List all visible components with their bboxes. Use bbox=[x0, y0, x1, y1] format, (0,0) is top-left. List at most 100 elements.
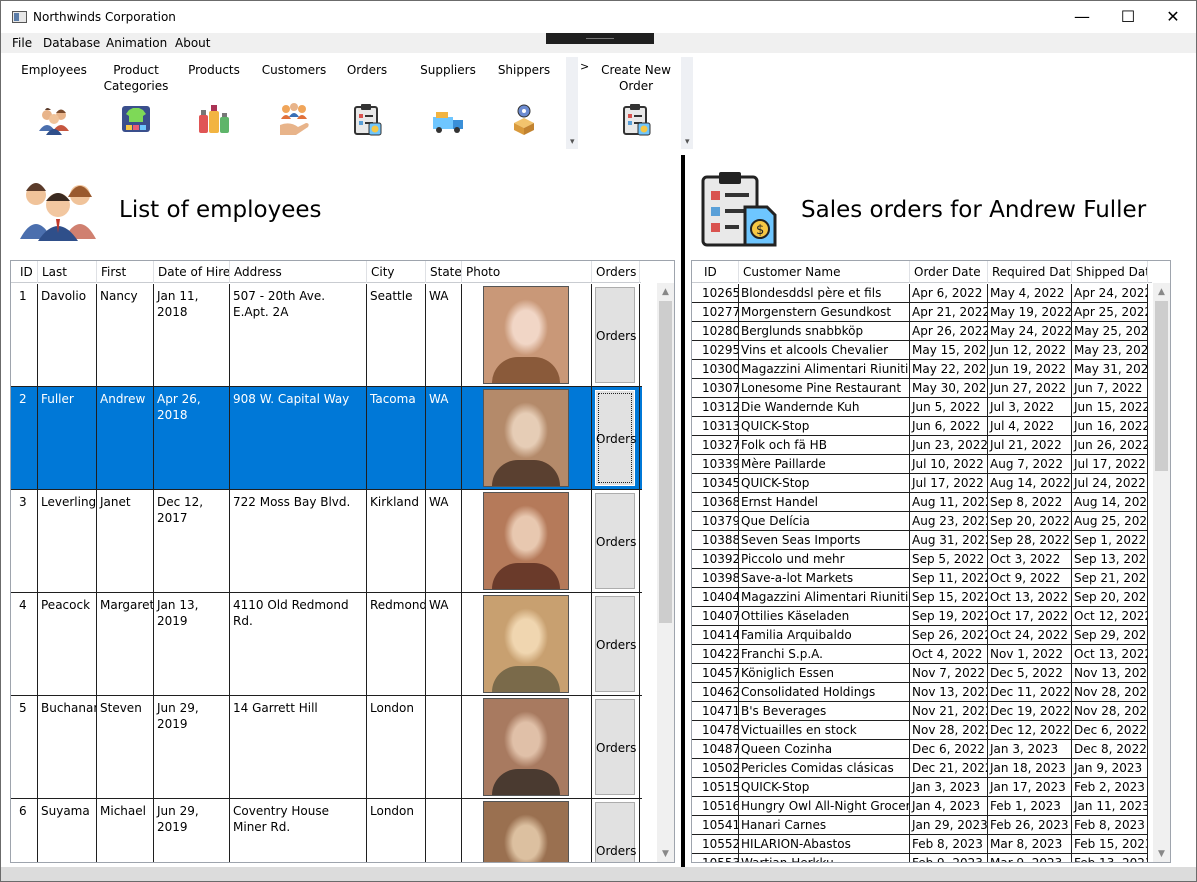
employee-first-cell: Janet bbox=[97, 490, 154, 592]
employee-state-cell: WA bbox=[426, 490, 462, 592]
order-row[interactable]: 10515 QUICK-Stop Jan 3, 2023 Jan 17, 2023 Fe… bbox=[692, 778, 1148, 797]
order-order-date-cell: Jun 23, 2022 bbox=[910, 436, 988, 455]
orders-button[interactable]: Orders bbox=[595, 287, 636, 383]
orders-grid[interactable]: ID Customer Name Order Date Required Dat… bbox=[691, 260, 1171, 863]
column-header-orders[interactable]: Orders bbox=[592, 261, 640, 283]
column-header-first[interactable]: First bbox=[97, 261, 154, 283]
order-row[interactable]: 10327 Folk och fä HB Jun 23, 2022 Jul 21, 2… bbox=[692, 436, 1148, 455]
scrollbar-thumb[interactable] bbox=[1155, 301, 1168, 471]
employee-row[interactable]: 2 Fuller Andrew Apr 26, 2018 908 W. Capital … bbox=[11, 387, 642, 490]
tool-products-button[interactable]: Products bbox=[181, 62, 247, 133]
order-row[interactable]: 10462 Consolidated Holdings Nov 13, 2022 De… bbox=[692, 683, 1148, 702]
order-row[interactable]: 10307 Lonesome Pine Restaurant May 30, 202… bbox=[692, 379, 1148, 398]
order-row[interactable]: 10541 Hanari Carnes Jan 29, 2023 Feb 26, 20… bbox=[692, 816, 1148, 835]
scroll-down-icon[interactable]: ▼ bbox=[1153, 849, 1170, 859]
order-customer-cell: Franchi S.p.A. bbox=[739, 645, 910, 664]
order-row[interactable]: 10280 Berglunds snabbköp Apr 26, 2022 May 2… bbox=[692, 322, 1148, 341]
order-row[interactable]: 10516 Hungry Owl All-Night Grocers Jan 4, … bbox=[692, 797, 1148, 816]
order-row[interactable]: 10339 Mère Paillarde Jul 10, 2022 Aug 7, 20… bbox=[692, 455, 1148, 474]
menu-file[interactable]: File bbox=[12, 36, 32, 50]
tool-product-categories-button[interactable]: Product Categories bbox=[99, 62, 173, 132]
tool-shippers-button[interactable]: Shippers bbox=[493, 62, 555, 135]
order-row[interactable]: 10392 Piccolo und mehr Sep 5, 2022 Oct 3, 2… bbox=[692, 550, 1148, 569]
column-header-id[interactable]: ID bbox=[16, 261, 38, 283]
column-header-order-id[interactable]: ID bbox=[700, 261, 739, 283]
tool-suppliers-button[interactable]: Suppliers bbox=[415, 62, 481, 133]
column-header-hire-date[interactable]: Date of Hire bbox=[154, 261, 230, 283]
employee-row[interactable]: 1 Davolio Nancy Jan 11, 2018 507 - 20th Ave.… bbox=[11, 284, 642, 387]
toolbar-drag-handle[interactable] bbox=[546, 33, 654, 44]
order-row[interactable]: 10471 B's Beverages Nov 21, 2022 Dec 19, 20… bbox=[692, 702, 1148, 721]
column-header-required-date[interactable]: Required Date bbox=[988, 261, 1072, 283]
orders-button[interactable]: Orders bbox=[595, 596, 636, 692]
order-row[interactable]: 10404 Magazzini Alimentari Riuniti Sep 15,… bbox=[692, 588, 1148, 607]
order-row[interactable]: 10487 Queen Cozinha Dec 6, 2022 Jan 3, 2023… bbox=[692, 740, 1148, 759]
order-row[interactable]: 10552 HILARION-Abastos Feb 8, 2023 Mar 8, 2… bbox=[692, 835, 1148, 854]
close-button[interactable]: ✕ bbox=[1150, 1, 1196, 33]
create-new-order-button[interactable]: Create New Order bbox=[599, 62, 673, 136]
scroll-up-icon[interactable]: ▲ bbox=[1153, 287, 1170, 297]
order-row[interactable]: 10345 QUICK-Stop Jul 17, 2022 Aug 14, 2022 J… bbox=[692, 474, 1148, 493]
employees-scrollbar[interactable]: ▲ ▼ bbox=[657, 283, 674, 862]
maximize-button[interactable]: ☐ bbox=[1105, 1, 1151, 33]
employee-address-cell: 507 - 20th Ave. E.Apt. 2A bbox=[230, 284, 367, 386]
orders-button[interactable]: Orders bbox=[595, 802, 636, 862]
employee-city-cell: Seattle bbox=[367, 284, 426, 386]
order-row[interactable]: 10295 Vins et alcools Chevalier May 15, 20… bbox=[692, 341, 1148, 360]
toolbar: Employees Product Categories Products Cu… bbox=[1, 53, 1196, 151]
minimize-button[interactable]: — bbox=[1059, 1, 1105, 33]
order-row[interactable]: 10312 Die Wandernde Kuh Jun 5, 2022 Jul 3, … bbox=[692, 398, 1148, 417]
order-row[interactable]: 10414 Familia Arquibaldo Sep 26, 2022 Oct 2… bbox=[692, 626, 1148, 645]
order-row[interactable]: 10407 Ottilies Käseladen Sep 19, 2022 Oct 1… bbox=[692, 607, 1148, 626]
order-row[interactable]: 10398 Save-a-lot Markets Sep 11, 2022 Oct 9… bbox=[692, 569, 1148, 588]
order-row[interactable]: 10265 Blondesddsl père et fils Apr 6, 2022… bbox=[692, 284, 1148, 303]
menu-database[interactable]: Database bbox=[43, 36, 100, 50]
orders-scrollbar[interactable]: ▲ ▼ bbox=[1153, 283, 1170, 862]
column-header-city[interactable]: City bbox=[367, 261, 426, 283]
column-header-photo[interactable]: Photo bbox=[462, 261, 592, 283]
order-row[interactable]: 10478 Victuailles en stock Nov 28, 2022 Dec… bbox=[692, 721, 1148, 740]
column-header-last[interactable]: Last bbox=[38, 261, 97, 283]
column-header-customer-name[interactable]: Customer Name bbox=[739, 261, 910, 283]
employee-row[interactable]: 4 Peacock Margaret Jan 13, 2019 4110 Old Red… bbox=[11, 593, 642, 696]
order-row[interactable]: 10300 Magazzini Alimentari Riuniti May 22,… bbox=[692, 360, 1148, 379]
order-id-cell: 10392 bbox=[700, 550, 739, 569]
employee-last-cell: Fuller bbox=[38, 387, 97, 489]
title-bar: Northwinds Corporation — ☐ ✕ bbox=[1, 1, 1196, 33]
order-row[interactable]: 10502 Pericles Comidas clásicas Dec 21, 20… bbox=[692, 759, 1148, 778]
order-id-cell: 10277 bbox=[700, 303, 739, 322]
orders-button[interactable]: Orders bbox=[595, 493, 636, 589]
employees-grid[interactable]: ID Last First Date of Hire Address City … bbox=[10, 260, 675, 863]
column-header-address[interactable]: Address bbox=[230, 261, 367, 283]
column-header-shipped-date[interactable]: Shipped Date bbox=[1072, 261, 1148, 283]
employee-row[interactable]: 3 Leverling Janet Dec 12, 2017 722 Moss Bay … bbox=[11, 490, 642, 593]
order-row[interactable]: 10277 Morgenstern Gesundkost Apr 21, 2022 M… bbox=[692, 303, 1148, 322]
toolbar-separator[interactable]: ▾ bbox=[566, 57, 578, 149]
orders-button[interactable]: Orders bbox=[595, 390, 636, 486]
order-required-date-cell: Jul 21, 2022 bbox=[988, 436, 1072, 455]
order-row[interactable]: 10313 QUICK-Stop Jun 6, 2022 Jul 4, 2022 Jun… bbox=[692, 417, 1148, 436]
menu-animation[interactable]: Animation bbox=[106, 36, 167, 50]
order-row[interactable]: 10457 Königlich Essen Nov 7, 2022 Dec 5, 20… bbox=[692, 664, 1148, 683]
tool-orders-button[interactable]: Orders bbox=[340, 62, 394, 136]
toolbar-separator[interactable]: ▾ bbox=[681, 57, 693, 149]
menu-about[interactable]: About bbox=[175, 36, 210, 50]
scrollbar-thumb[interactable] bbox=[659, 301, 672, 623]
employee-row[interactable]: 5 Buchanan Steven Jun 29, 2019 14 Garrett Hi… bbox=[11, 696, 642, 799]
panel-splitter[interactable] bbox=[681, 155, 685, 867]
orders-button[interactable]: Orders bbox=[595, 699, 636, 795]
tool-employees-button[interactable]: Employees bbox=[18, 62, 90, 135]
scroll-down-icon[interactable]: ▼ bbox=[657, 849, 674, 859]
order-row[interactable]: 10553 Wartian Herkku Feb 9, 2023 Mar 9, 202… bbox=[692, 854, 1148, 862]
order-row[interactable]: 10388 Seven Seas Imports Aug 31, 2022 Sep 2… bbox=[692, 531, 1148, 550]
order-row[interactable]: 10368 Ernst Handel Aug 11, 2022 Sep 8, 2022… bbox=[692, 493, 1148, 512]
tool-customers-button[interactable]: Customers bbox=[259, 62, 329, 135]
employee-row[interactable]: 6 Suyama Michael Jun 29, 2019 Coventry House… bbox=[11, 799, 642, 862]
toolbar-overflow-button[interactable]: > bbox=[580, 60, 589, 73]
order-row[interactable]: 10379 Que Delícia Aug 23, 2022 Sep 20, 2022… bbox=[692, 512, 1148, 531]
order-row[interactable]: 10422 Franchi S.p.A. Oct 4, 2022 Nov 1, 202… bbox=[692, 645, 1148, 664]
column-header-order-date[interactable]: Order Date bbox=[910, 261, 988, 283]
column-header-state[interactable]: State bbox=[426, 261, 462, 283]
order-shipped-date-cell: May 25, 2022 bbox=[1072, 322, 1148, 341]
scroll-up-icon[interactable]: ▲ bbox=[657, 287, 674, 297]
